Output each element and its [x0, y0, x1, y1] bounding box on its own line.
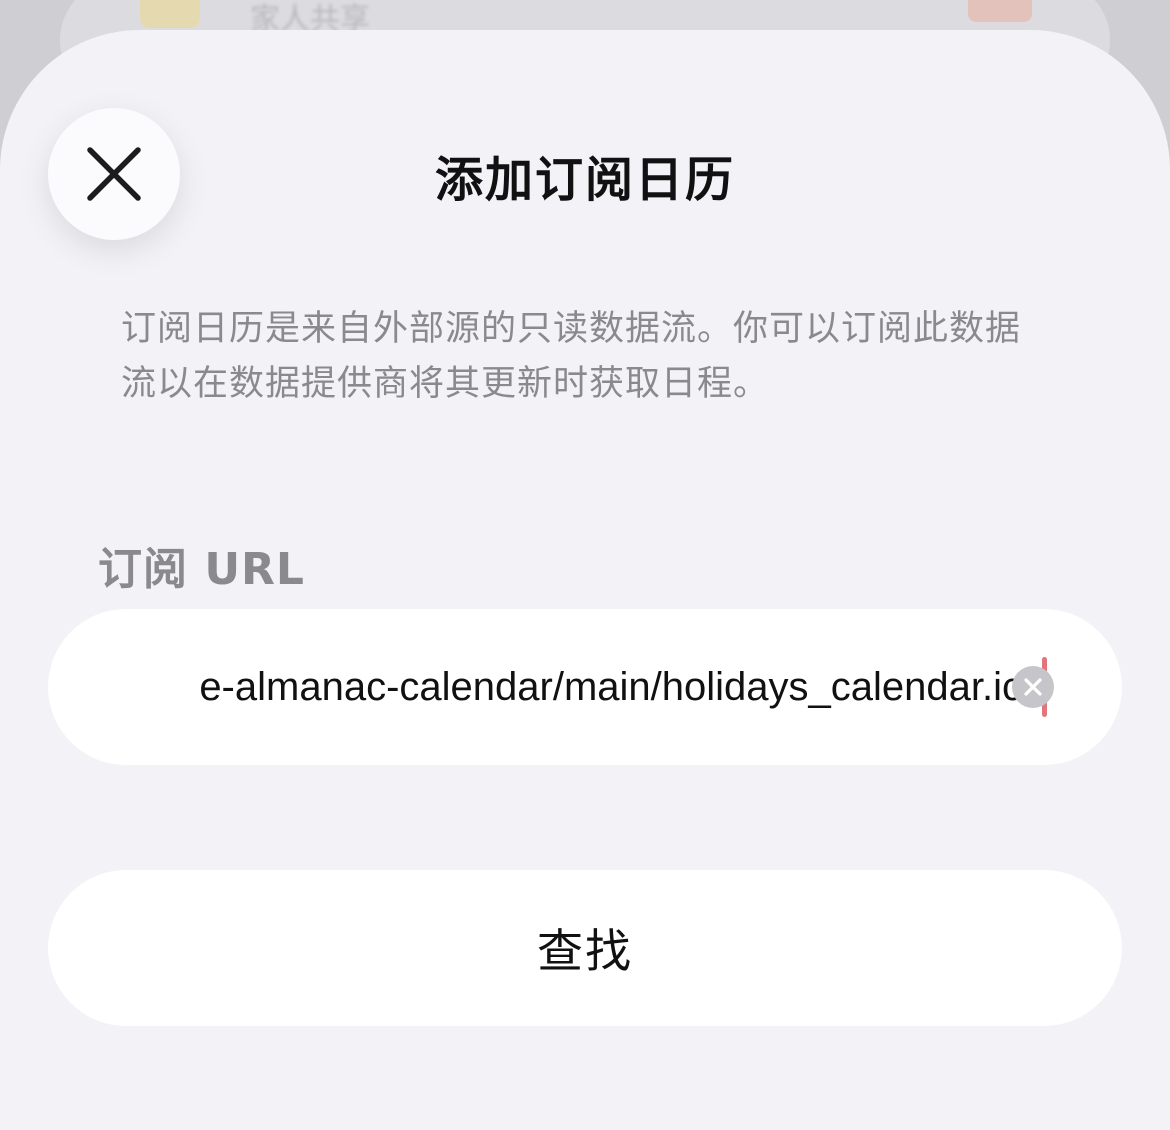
url-input-value[interactable]: e-almanac-calendar/main/holidays_calenda… — [199, 665, 1042, 710]
url-text-viewport: e-almanac-calendar/main/holidays_calenda… — [94, 609, 1042, 765]
description-text: 订阅日历是来自外部源的只读数据流。你可以订阅此数据流以在数据提供商将其更新时获取… — [121, 309, 1022, 404]
subscription-url-input[interactable]: e-almanac-calendar/main/holidays_calenda… — [48, 609, 1122, 765]
background-app-icon — [140, 0, 200, 28]
clear-text-button[interactable] — [1012, 666, 1054, 708]
search-button-label: 查找 — [537, 924, 633, 978]
clear-circle-icon — [1024, 678, 1042, 696]
background-logo — [968, 0, 1032, 22]
sheet-title: 添加订阅日历 — [434, 152, 735, 208]
subscription-sheet: 添加订阅日历 订阅日历是来自外部源的只读数据流。你可以订阅此数据流以在数据提供商… — [0, 30, 1170, 1130]
search-button[interactable]: 查找 — [48, 870, 1122, 1026]
url-field-label: 订阅 URL — [98, 544, 305, 595]
